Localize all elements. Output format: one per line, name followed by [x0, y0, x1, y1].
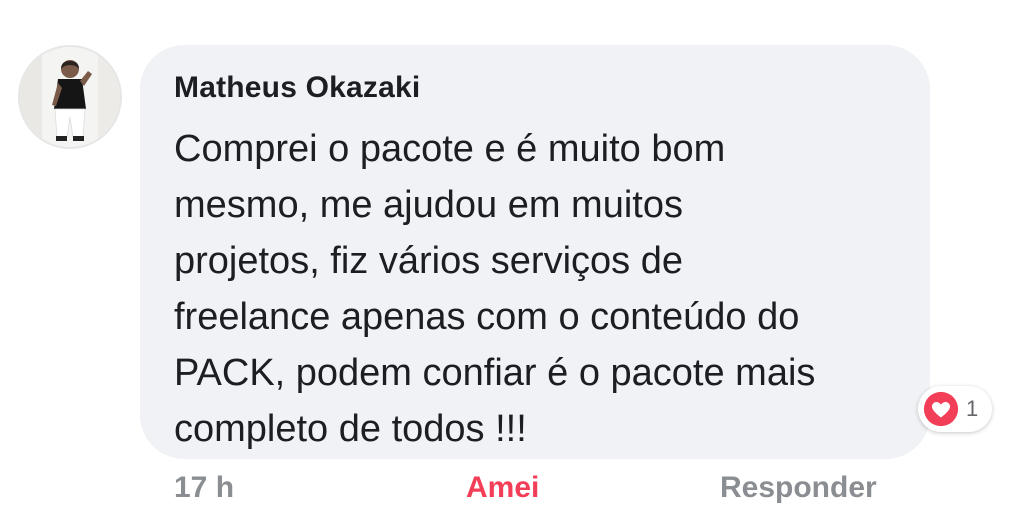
comment-timestamp[interactable]: 17 h — [174, 466, 234, 510]
comment-bubble: Matheus Okazaki Comprei o pacote e é mui… — [140, 45, 930, 459]
reaction-count: 1 — [966, 396, 979, 421]
reaction-badge[interactable]: 1 — [918, 386, 993, 432]
comment-author[interactable]: Matheus Okazaki — [174, 71, 420, 105]
profile-photo-icon — [20, 47, 120, 147]
avatar[interactable] — [18, 45, 122, 149]
heart-icon — [923, 391, 959, 427]
reply-button[interactable]: Responder — [720, 466, 877, 510]
love-reaction-button[interactable]: Amei — [466, 466, 539, 510]
comment-text: Comprei o pacote e é muito bom mesmo, me… — [174, 128, 816, 450]
